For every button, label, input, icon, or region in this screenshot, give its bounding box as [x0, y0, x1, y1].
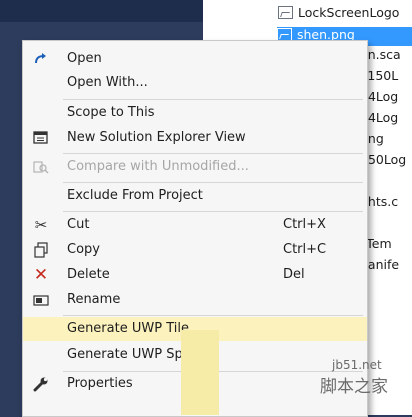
menu-item-label: Scope to This: [67, 105, 155, 120]
menu-item-label: Delete: [67, 267, 110, 282]
menu-item-label: Copy: [67, 242, 100, 257]
menu-item-label: New Solution Explorer View: [67, 130, 246, 145]
menu-item-open[interactable]: Open: [23, 47, 367, 71]
compare-icon: [33, 159, 49, 175]
open-arrow-icon: [33, 51, 49, 67]
copy-icon: [33, 242, 49, 258]
sticky-note-overlay: [181, 330, 219, 415]
delete-x-icon: ✕: [33, 265, 49, 285]
new-view-icon: [33, 130, 49, 146]
menu-item-copy[interactable]: Copy Ctrl+C: [23, 238, 367, 262]
menu-item-label: Open: [67, 51, 102, 66]
shortcut-text: Ctrl+C: [283, 242, 327, 257]
menu-separator: [63, 315, 363, 316]
scissors-icon: ✂: [34, 216, 48, 234]
shortcut-text: Del: [283, 267, 305, 282]
menu-separator: [63, 211, 363, 212]
wrench-icon: [33, 376, 49, 392]
menu-item-label: Rename: [67, 292, 121, 307]
menu-separator: [63, 182, 363, 183]
menu-item-delete[interactable]: ✕ Delete Del: [23, 263, 367, 287]
menu-item-label: Generate UWP Spl: [67, 347, 187, 362]
menu-item-label: Properties: [67, 376, 133, 391]
menu-item-compare-with-unmodified[interactable]: Compare with Unmodified...: [23, 155, 367, 179]
menu-item-label: Exclude From Project: [67, 188, 203, 203]
menu-item-label: Cut: [67, 217, 90, 232]
menu-item-label: Compare with Unmodified...: [67, 159, 249, 174]
watermark-domain: jb51.net: [332, 358, 382, 372]
menu-separator: [63, 153, 363, 154]
tree-item-label: LockScreenLogo: [298, 5, 400, 20]
rename-icon: [33, 292, 49, 308]
menu-item-cut[interactable]: ✂ Cut Ctrl+X: [23, 213, 367, 237]
menu-item-label: Open With...: [67, 75, 148, 90]
menu-item-exclude-from-project[interactable]: Exclude From Project: [23, 184, 367, 208]
watermark-text: 脚本之家: [320, 377, 388, 397]
tree-item-lockscreenlogo[interactable]: LockScreenLogo: [278, 5, 412, 24]
menu-item-scope-to-this[interactable]: Scope to This: [23, 101, 367, 125]
menu-item-new-solution-explorer-view[interactable]: New Solution Explorer View: [23, 126, 367, 150]
menu-item-rename[interactable]: Rename: [23, 288, 367, 312]
shortcut-text: Ctrl+X: [283, 217, 326, 232]
menu-item-label: Generate UWP Tile: [67, 321, 189, 336]
image-file-icon: [278, 6, 293, 19]
menu-item-open-with[interactable]: Open With...: [23, 71, 367, 95]
menu-separator: [63, 99, 363, 100]
